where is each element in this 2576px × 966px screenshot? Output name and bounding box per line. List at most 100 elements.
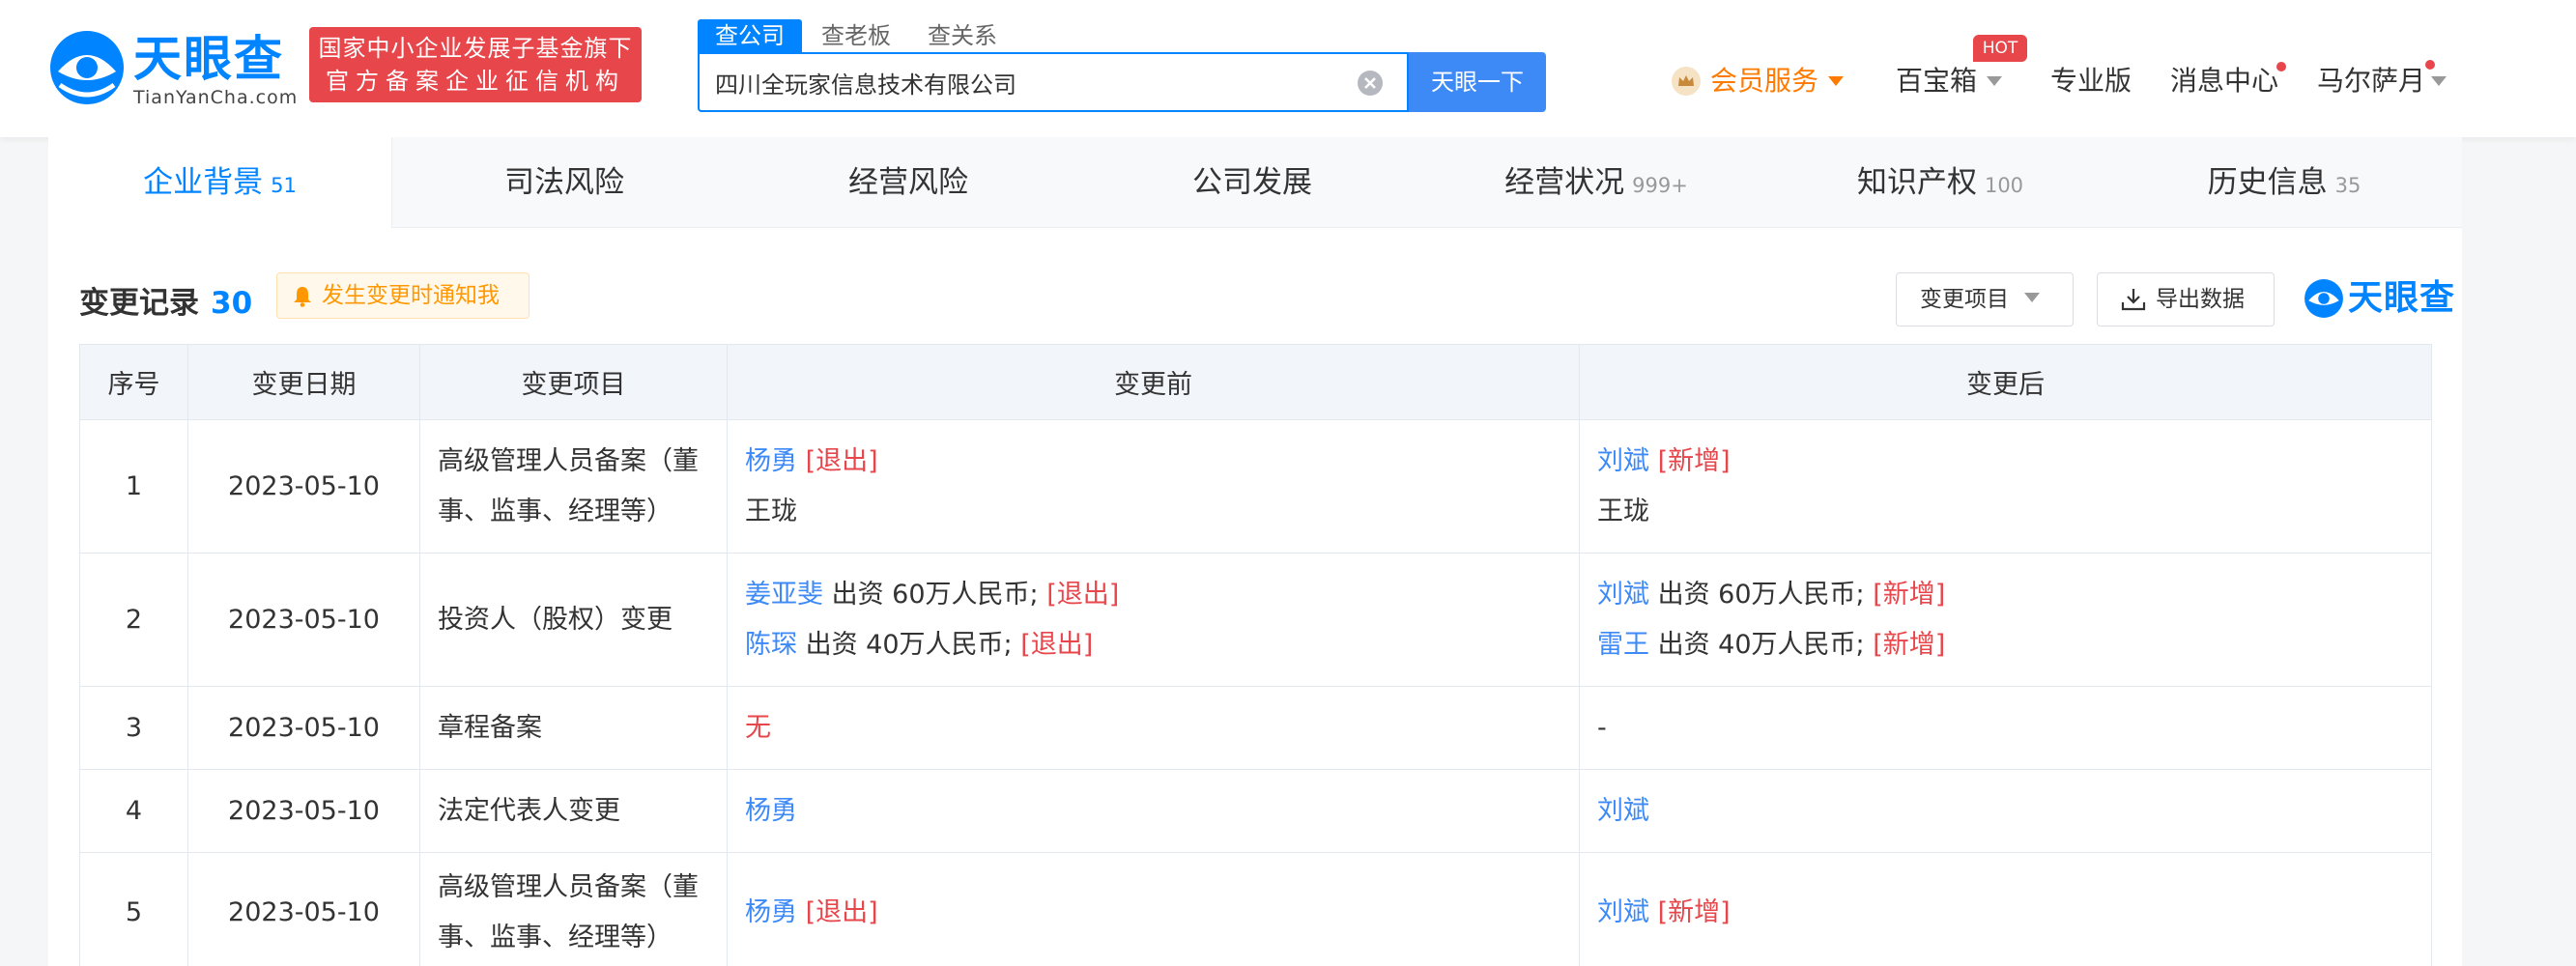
tab-business-risk[interactable]: 经营风险: [736, 137, 1080, 228]
section-count: 30: [211, 286, 253, 321]
tab-judicial-risk[interactable]: 司法风险: [392, 137, 736, 228]
col-header-item: 变更项目: [419, 344, 728, 420]
row-after: 刘斌 [新增]: [1579, 852, 2432, 966]
search-tab-company[interactable]: 查公司: [698, 19, 802, 52]
new-tag: [新增]: [1873, 579, 1946, 610]
tab-operating-status[interactable]: 经营状况 999+: [1424, 137, 1768, 228]
tab-label: 历史信息: [2207, 165, 2328, 200]
entry-line: 刘斌: [1597, 786, 2414, 837]
tab-count: 51: [271, 174, 297, 197]
message-dot: [2276, 62, 2286, 71]
tab-enterprise-background[interactable]: 企业背景 51: [48, 137, 392, 228]
change-records-table: 序号 变更日期 变更项目 变更前 变更后 1 2023-05-10 高级管理人员…: [79, 344, 2432, 966]
category-tabs: 企业背景 51 司法风险 经营风险 公司发展 经营状况 999+ 知识产权 100 历…: [48, 137, 2462, 228]
new-tag: [新增]: [1873, 629, 1946, 660]
row-before: 无: [727, 686, 1580, 770]
person-link[interactable]: 陈琛: [745, 630, 797, 660]
table-row: 3 2023-05-10 章程备案 无 -: [79, 686, 2432, 770]
person-link[interactable]: 杨勇: [745, 796, 797, 826]
investment-text: 出资 40万人民币;: [805, 629, 1013, 660]
eye-logo-icon: [2304, 279, 2343, 318]
entry-line: 姜亚斐 出资 60万人民币; [退出]: [745, 570, 1561, 620]
user-name: 马尔萨月: [2317, 65, 2426, 97]
person-link[interactable]: 刘斌: [1597, 446, 1649, 476]
toolbox-menu[interactable]: 百宝箱: [1896, 60, 2003, 102]
row-before: 杨勇 [退出] 王珑: [727, 419, 1580, 554]
export-data-button[interactable]: 导出数据: [2097, 272, 2275, 327]
table-header-row: 序号 变更日期 变更项目 变更前 变更后: [79, 344, 2432, 420]
row-change-item: 法定代表人变更: [419, 769, 728, 853]
logo-text: 天眼查: [133, 31, 284, 87]
new-tag: [新增]: [1657, 445, 1731, 476]
row-after: 刘斌 出资 60万人民币; [新增] 雷王 出资 40万人民币; [新增]: [1579, 553, 2432, 687]
tab-history-info[interactable]: 历史信息 35: [2112, 137, 2456, 228]
user-dot: [2425, 60, 2435, 70]
export-label: 导出数据: [2156, 287, 2245, 312]
row-change-item: 高级管理人员备案（董事、监事、经理等）: [419, 419, 728, 554]
person-link[interactable]: 雷王: [1597, 630, 1649, 660]
tab-intellectual-property[interactable]: 知识产权 100: [1768, 137, 2112, 228]
entry-line: 陈琛 出资 40万人民币; [退出]: [745, 620, 1561, 670]
col-header-date: 变更日期: [187, 344, 420, 420]
table-row: 4 2023-05-10 法定代表人变更 杨勇 刘斌: [79, 769, 2432, 853]
badge-line-1: 国家中小企业发展子基金旗下: [318, 35, 633, 62]
message-center-link[interactable]: 消息中心: [2170, 60, 2278, 102]
section-title: 变更记录 30: [79, 278, 252, 322]
notify-label: 发生变更时通知我: [322, 283, 500, 308]
tab-label: 司法风险: [504, 165, 624, 200]
investment-text: 出资 40万人民币;: [1657, 629, 1865, 660]
row-change-item: 投资人（股权）变更: [419, 553, 728, 687]
change-item-filter[interactable]: 变更项目: [1896, 272, 2074, 327]
empty-value: -: [1597, 712, 1607, 743]
tab-label: 知识产权: [1856, 165, 1977, 200]
person-link[interactable]: 杨勇: [745, 446, 797, 476]
download-icon: [2121, 289, 2146, 311]
eye-logo-icon: [50, 31, 124, 104]
site-logo[interactable]: 天眼查 TianYanCha.com: [48, 29, 297, 108]
exit-tag: [退出]: [805, 445, 878, 476]
table-row: 1 2023-05-10 高级管理人员备案（董事、监事、经理等） 杨勇 [退出]…: [79, 419, 2432, 554]
table-row: 5 2023-05-10 高级管理人员备案（董事、监事、经理等） 杨勇 [退出]…: [79, 852, 2432, 966]
pro-version-link[interactable]: 专业版: [2050, 60, 2132, 102]
change-records-header: 变更记录 30 发生变更时通知我 变更项目 导出数据 天眼查: [79, 272, 2454, 327]
person-link[interactable]: 刘斌: [1597, 796, 1649, 826]
person-link[interactable]: 刘斌: [1597, 580, 1649, 610]
person-link[interactable]: 姜亚斐: [745, 580, 823, 610]
entry-line: 刘斌 [新增]: [1597, 888, 2414, 938]
entry-line: 杨勇 [退出]: [745, 888, 1561, 938]
row-change-item: 高级管理人员备案（董事、监事、经理等）: [419, 852, 728, 966]
top-header: 天眼查 TianYanCha.com 国家中小企业发展子基金旗下 官方备案企业征…: [0, 0, 2576, 137]
vip-service-label: 会员服务: [1710, 65, 1819, 97]
none-value: 无: [745, 712, 771, 743]
person-link[interactable]: 杨勇: [745, 897, 797, 927]
chevron-down-icon: [1828, 76, 1845, 86]
entry-line: 王珑: [1597, 496, 1649, 526]
search-tab-relation[interactable]: 查关系: [928, 19, 997, 52]
chevron-down-icon: [2024, 293, 2040, 302]
exit-tag: [退出]: [1046, 579, 1120, 610]
row-date: 2023-05-10: [187, 553, 420, 687]
hot-badge: HOT: [1973, 35, 2027, 62]
tab-company-development[interactable]: 公司发展: [1080, 137, 1424, 228]
section-title-text: 变更记录: [79, 286, 199, 321]
tab-count: 100: [1984, 174, 2024, 197]
tab-count: 35: [2334, 174, 2361, 197]
search-tab-boss[interactable]: 查老板: [821, 19, 891, 52]
col-header-after: 变更后: [1579, 344, 2432, 420]
notify-on-change-button[interactable]: 发生变更时通知我: [276, 272, 530, 319]
search-button[interactable]: 天眼一下: [1409, 52, 1546, 112]
official-badge: 国家中小企业发展子基金旗下 官方备案企业征信机构: [309, 27, 642, 102]
vip-service-menu[interactable]: 会员服务: [1672, 60, 1845, 102]
entry-line: 刘斌 [新增]: [1597, 437, 2414, 487]
tab-label: 经营状况: [1504, 165, 1625, 200]
search-input[interactable]: [715, 54, 1353, 110]
watermark-logo: 天眼查: [2304, 272, 2458, 327]
investment-text: 出资 60万人民币;: [831, 579, 1039, 610]
row-index: 5: [79, 852, 188, 966]
row-date: 2023-05-10: [187, 769, 420, 853]
row-index: 1: [79, 419, 188, 554]
crown-icon: [1672, 67, 1701, 96]
person-link[interactable]: 刘斌: [1597, 897, 1649, 927]
row-change-item: 章程备案: [419, 686, 728, 770]
clear-icon[interactable]: [1357, 70, 1384, 97]
